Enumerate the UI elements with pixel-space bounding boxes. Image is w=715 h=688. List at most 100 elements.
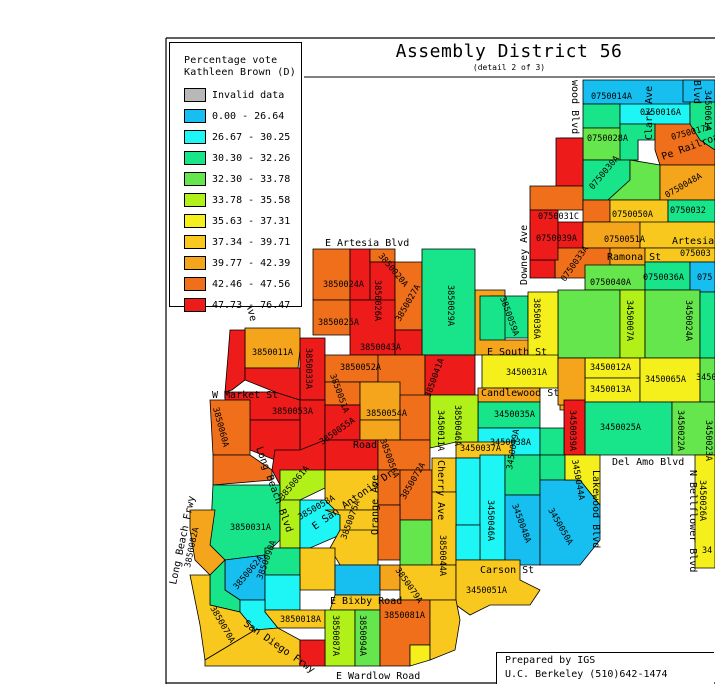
- tract-label: 3850036A: [531, 298, 541, 339]
- tract-label: 3850026A: [372, 280, 382, 321]
- street-label: Cherry Ave: [435, 460, 446, 520]
- legend-label: 39.77 - 42.39: [212, 257, 291, 269]
- region: [582, 199, 611, 223]
- tract-label: 0750014A: [591, 92, 632, 102]
- legend-item: Invalid data: [184, 87, 284, 103]
- tract-label: 3450031A: [506, 368, 547, 378]
- region: [582, 103, 621, 129]
- tract-label: 075: [697, 273, 712, 283]
- tract-label: 3850081A: [384, 611, 425, 621]
- tract-label: 075003: [680, 249, 711, 259]
- tract-label: 3450011A: [435, 410, 445, 451]
- legend-swatch: [184, 298, 206, 312]
- legend-item: 47.73 - 76.47: [184, 297, 290, 313]
- tract-label: 0750040A: [590, 278, 631, 288]
- tract-label: 3450051A: [466, 586, 507, 596]
- tract-label: 3850024A: [323, 280, 364, 290]
- tract-label: 3450023A: [703, 420, 713, 461]
- region: [555, 137, 584, 187]
- region: [529, 259, 556, 279]
- tract-label: 3850052A: [340, 363, 381, 373]
- legend-label: 30.30 - 32.26: [212, 152, 291, 164]
- region: [377, 504, 401, 561]
- district-map: E Artesia Blvd Atlantic Ave Downey Ave E…: [165, 37, 715, 684]
- tract-label: 3450025A: [600, 423, 641, 433]
- street-label: N Bellflower Blvd: [687, 470, 698, 572]
- legend-swatch: [184, 277, 206, 291]
- map-title: Assembly District 56: [395, 41, 623, 62]
- street-label: Candlewood St: [481, 388, 559, 399]
- street-label: E South St: [487, 347, 547, 358]
- tract-label: 3850046A: [452, 405, 462, 446]
- tract-label: 3850043A: [360, 343, 401, 353]
- tract-label: 0750050A: [612, 210, 653, 220]
- legend-swatch: [184, 256, 206, 270]
- tract-label: 0750051A: [604, 235, 645, 245]
- legend: Percentage vote Kathleen Brown (D) Inval…: [169, 42, 302, 312]
- street-label: wood Blvd: [569, 80, 580, 134]
- tract-label: 3850031A: [230, 523, 271, 533]
- credit-box: Prepared by IGS U.C. Berkeley (510)642-1…: [496, 652, 714, 684]
- street-label: Downey Ave: [519, 225, 530, 285]
- legend-title-line: Kathleen Brown (D): [184, 67, 296, 78]
- tract-label: 3450061A: [702, 90, 712, 131]
- street-label: Carson St: [480, 565, 534, 576]
- region: [557, 289, 621, 359]
- region: [312, 248, 351, 301]
- legend-swatch: [184, 214, 206, 228]
- region: [529, 185, 584, 211]
- street-label: Orange Ave: [370, 475, 381, 535]
- tract-label: 3450022A: [675, 410, 685, 451]
- region: [299, 547, 336, 591]
- street-label: E Bixby Road: [330, 596, 402, 607]
- tract-label: 3450039A: [567, 410, 577, 451]
- street-label: Road: [353, 440, 377, 451]
- region: [539, 454, 566, 481]
- credit-line: Prepared by IGS: [505, 655, 596, 666]
- tract-label: 3850087A: [330, 615, 340, 656]
- legend-title-line: Percentage vote: [184, 55, 278, 66]
- tract-label: 3850033A: [303, 348, 313, 389]
- street-label: Ramona St: [607, 252, 661, 263]
- tract-label: 3850018A: [280, 615, 321, 625]
- street-label: E Artesia Blvd: [325, 238, 409, 249]
- legend-swatch: [184, 235, 206, 249]
- legend-label: 26.67 - 30.25: [212, 131, 291, 143]
- legend-label: Invalid data: [212, 89, 285, 101]
- region: [699, 291, 715, 359]
- region: [455, 457, 481, 526]
- legend-swatch: [184, 109, 206, 123]
- legend-label: 42.46 - 47.56: [212, 278, 291, 290]
- tract-label: 3850044A: [437, 535, 447, 576]
- tract-label: 0750032: [670, 206, 706, 216]
- tract-label: 3450012A: [590, 363, 631, 373]
- legend-title: Percentage vote Kathleen Brown (D): [184, 55, 296, 79]
- tract-label: 3850011A: [252, 348, 293, 358]
- region: [557, 357, 586, 406]
- tract-label: 3450013A: [590, 385, 631, 395]
- street-label: W Market St: [212, 390, 278, 401]
- legend-label: 32.30 - 33.78: [212, 173, 291, 185]
- tract-label: 3850094A: [357, 615, 367, 656]
- tract-label: 0750036A: [643, 273, 684, 283]
- region: [359, 419, 401, 441]
- region: [224, 329, 246, 393]
- region: [264, 574, 301, 611]
- map-canvas: E Artesia Blvd Atlantic Ave Downey Ave E…: [0, 0, 715, 684]
- legend-label: 33.78 - 35.58: [212, 194, 291, 206]
- legend-swatch: [184, 172, 206, 186]
- street-label: Blvd: [691, 80, 702, 104]
- tract-label: 3450007A: [624, 300, 634, 341]
- region: [539, 427, 565, 456]
- credit-line: U.C. Berkeley (510)642-1474: [505, 669, 668, 680]
- tract-label: 0750016A: [640, 108, 681, 118]
- legend-item: 26.67 - 30.25: [184, 129, 290, 145]
- region: [334, 564, 381, 596]
- tract-label: 0750031C: [538, 212, 579, 222]
- legend-label: 47.73 - 76.47: [212, 299, 291, 311]
- tract-label: 3450024A: [683, 300, 693, 341]
- legend-swatch: [184, 193, 206, 207]
- region: [455, 524, 481, 561]
- tract-label: 3450035A: [494, 410, 535, 420]
- street-label: Del Amo Blvd: [612, 457, 684, 468]
